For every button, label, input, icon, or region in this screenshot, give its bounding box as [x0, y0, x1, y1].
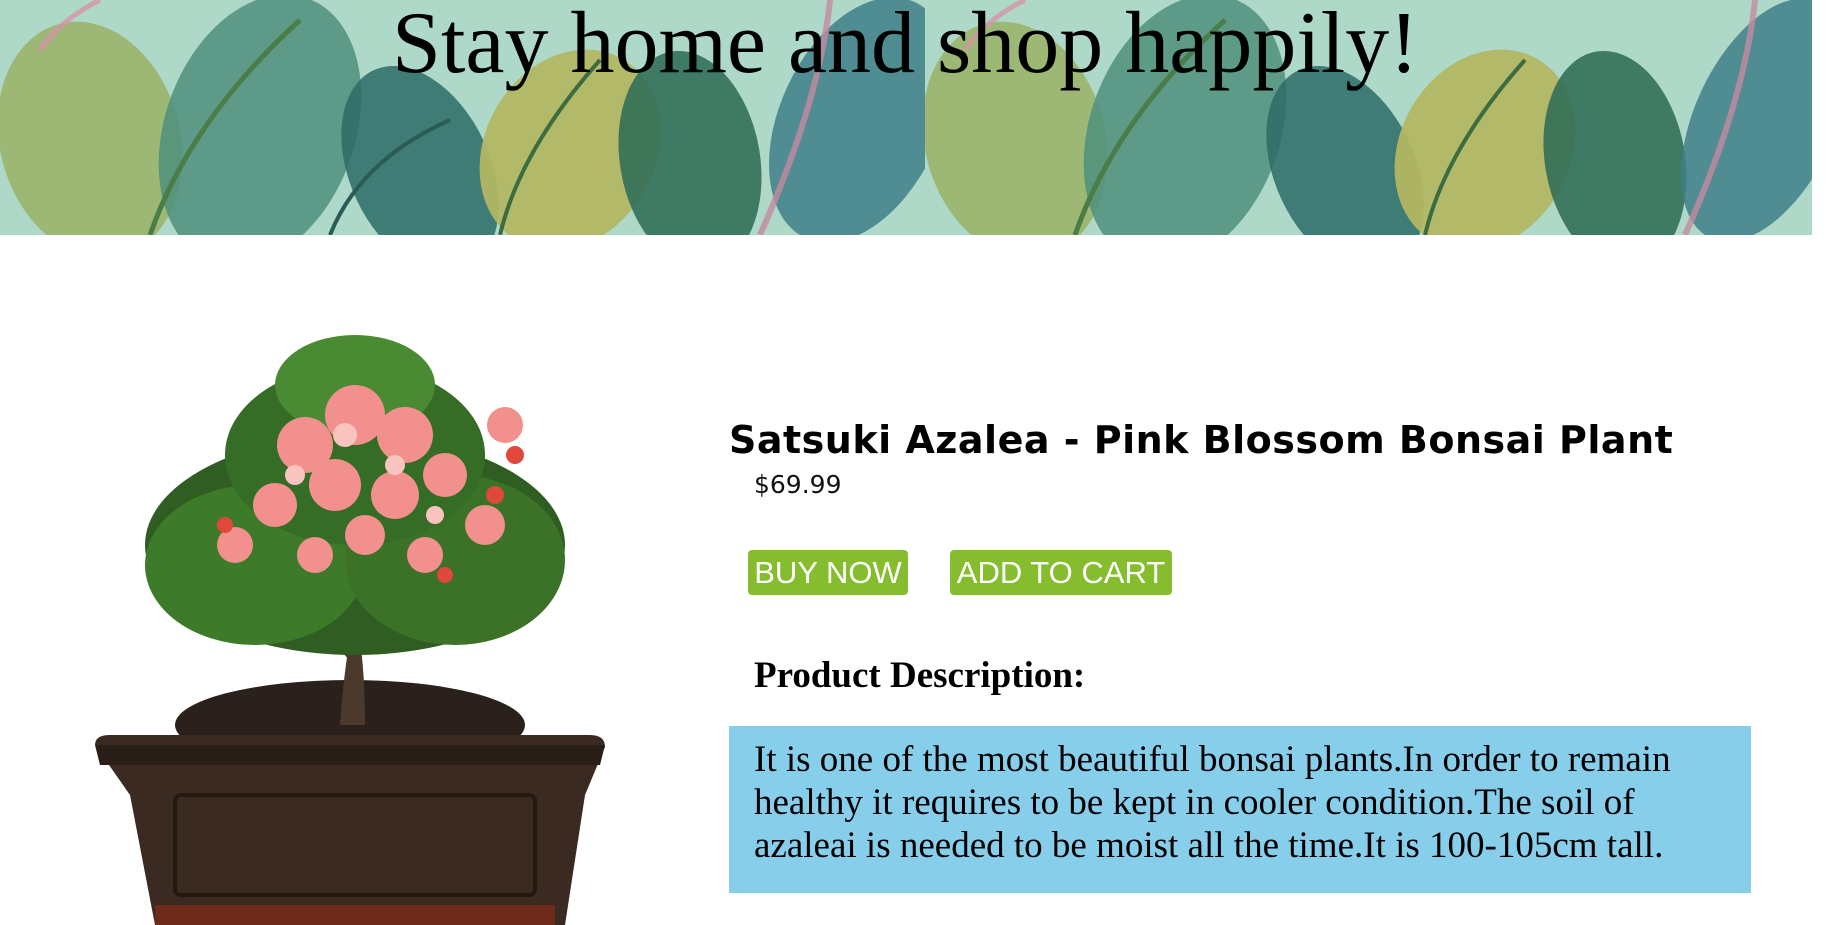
banner-title: Stay home and shop happily! — [392, 0, 1419, 92]
add-to-cart-button[interactable]: ADD TO CART — [950, 550, 1172, 595]
product-description-box: It is one of the most beautiful bonsai p… — [729, 726, 1751, 893]
product-description-heading: Product Description: — [754, 655, 1086, 696]
buy-now-button[interactable]: BUY NOW — [748, 550, 908, 595]
bonsai-plant-image — [95, 335, 605, 925]
header-banner: Stay home and shop happily! — [0, 0, 1812, 235]
product-image — [95, 325, 655, 925]
product-title: Satsuki Azalea - Pink Blossom Bonsai Pla… — [729, 418, 1674, 462]
product-description-text: It is one of the most beautiful bonsai p… — [754, 739, 1671, 866]
product-price: $69.99 — [754, 470, 842, 499]
